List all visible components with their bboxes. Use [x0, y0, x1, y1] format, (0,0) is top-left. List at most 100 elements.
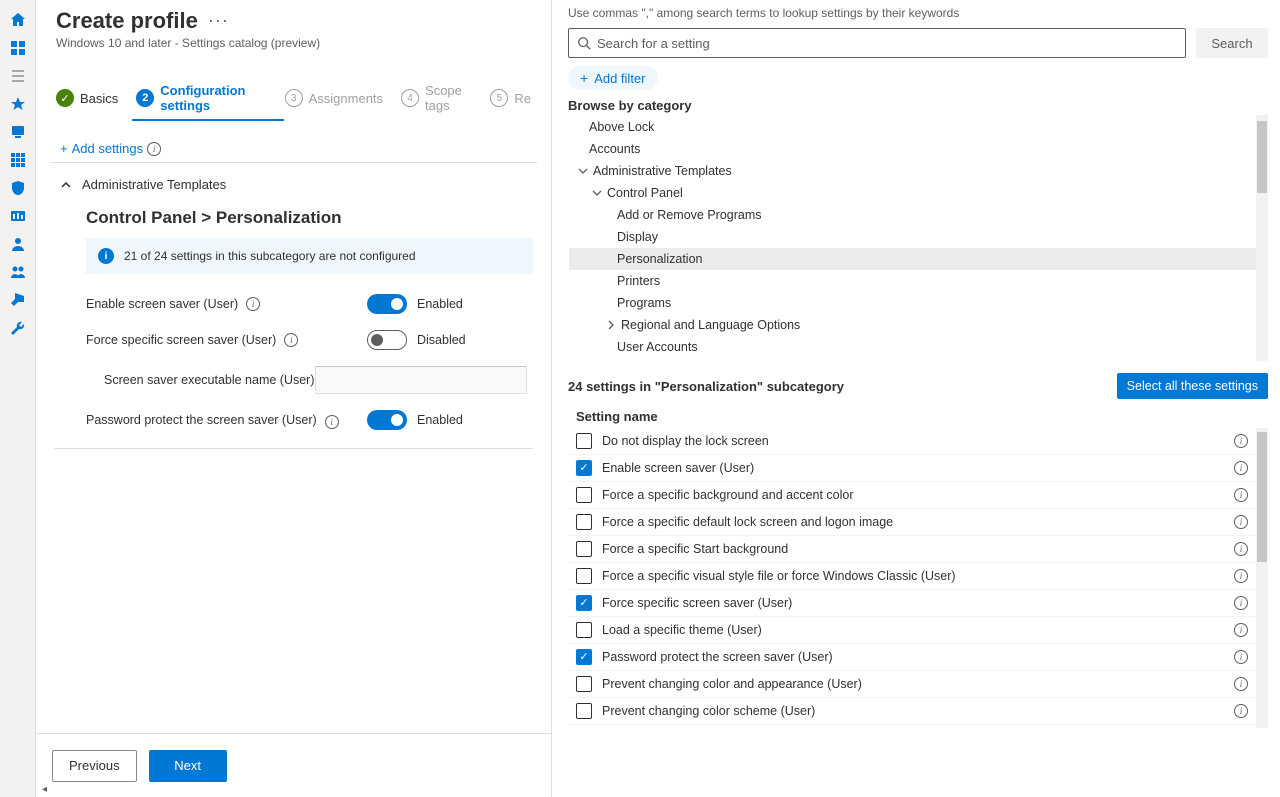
rail-reports-icon[interactable]	[0, 202, 36, 230]
rail-apps-icon[interactable]	[0, 146, 36, 174]
next-button[interactable]: Next	[149, 750, 227, 782]
tree-item[interactable]: Printers	[569, 270, 1256, 292]
caret-left-icon[interactable]: ◂	[42, 784, 47, 795]
rail-star-icon[interactable]	[0, 90, 36, 118]
rail-groups-icon[interactable]	[0, 258, 36, 286]
info-icon[interactable]: i	[1234, 434, 1248, 448]
checkbox[interactable]	[576, 676, 592, 692]
tree-item-admin-templates[interactable]: Administrative Templates	[569, 160, 1256, 182]
checkbox[interactable]	[576, 541, 592, 557]
rail-dashboard-icon[interactable]	[0, 34, 36, 62]
previous-button[interactable]: Previous	[52, 750, 137, 782]
rail-device-icon[interactable]	[0, 118, 36, 146]
tree-item[interactable]: Above Lock	[569, 116, 1256, 138]
wizard-step-review[interactable]: 5 Re	[490, 89, 531, 107]
toggle-password-protect[interactable]	[367, 410, 407, 430]
info-icon[interactable]: i	[1234, 488, 1248, 502]
info-icon[interactable]: i	[1234, 704, 1248, 718]
list-item-label: Force a specific default lock screen and…	[602, 515, 1224, 529]
checkmark-icon: ✓	[56, 89, 74, 107]
rail-list-icon[interactable]	[0, 62, 36, 90]
card-header[interactable]: Administrative Templates	[54, 177, 533, 202]
select-all-button[interactable]: Select all these settings	[1117, 373, 1268, 399]
list-item-label: Do not display the lock screen	[602, 434, 1224, 448]
info-icon[interactable]: i	[325, 415, 339, 429]
tree-item-personalization[interactable]: Personalization	[569, 248, 1256, 270]
info-icon[interactable]: i	[147, 142, 161, 156]
toggle-force-specific-screen-saver[interactable]	[367, 330, 407, 350]
rail-troubleshoot-icon[interactable]	[0, 314, 36, 342]
add-settings-link[interactable]: + Add settings i	[46, 131, 541, 162]
page-subtitle: Windows 10 and later - Settings catalog …	[56, 36, 531, 50]
info-icon[interactable]: i	[284, 333, 298, 347]
column-header-setting-name: Setting name	[576, 409, 1268, 424]
tree-item[interactable]: Add or Remove Programs	[569, 204, 1256, 226]
info-icon[interactable]: i	[1234, 650, 1248, 664]
wizard-step-basics[interactable]: ✓ Basics	[56, 89, 118, 107]
list-item[interactable]: Password protect the screen saver (User)…	[568, 644, 1256, 671]
rail-home-icon[interactable]	[0, 6, 36, 34]
more-menu-icon[interactable]: ···	[208, 18, 229, 23]
tree-item-control-panel[interactable]: Control Panel	[569, 182, 1256, 204]
info-icon[interactable]: i	[1234, 596, 1248, 610]
list-item[interactable]: Do not display the lock screen i	[568, 428, 1256, 455]
settings-picker-pane: Use commas "," among search terms to loo…	[552, 0, 1280, 797]
tree-item-regional[interactable]: Regional and Language Options	[569, 314, 1256, 336]
tree-item[interactable]: User Accounts	[569, 336, 1256, 358]
list-item-label: Prevent changing color scheme (User)	[602, 704, 1224, 718]
chevron-up-icon	[60, 179, 72, 191]
checkbox[interactable]	[576, 622, 592, 638]
info-icon[interactable]: i	[1234, 569, 1248, 583]
checkbox[interactable]	[576, 514, 592, 530]
screen-saver-exe-input[interactable]	[315, 366, 528, 394]
wizard-steps: ✓ Basics 2 Configuration settings 3 Assi…	[46, 68, 541, 113]
tree-item[interactable]: Accounts	[569, 138, 1256, 160]
checkbox[interactable]	[576, 649, 592, 665]
list-item[interactable]: Force specific screen saver (User)i	[568, 590, 1256, 617]
step-number-icon: 2	[136, 89, 154, 107]
list-item[interactable]: Force a specific default lock screen and…	[568, 509, 1256, 536]
info-icon: i	[98, 248, 114, 264]
wizard-step-configuration[interactable]: 2 Configuration settings	[136, 83, 266, 113]
checkbox[interactable]	[576, 487, 592, 503]
checkbox[interactable]	[576, 460, 592, 476]
scrollbar[interactable]	[1256, 115, 1268, 361]
plus-icon: +	[580, 70, 588, 86]
list-item[interactable]: Force a specific Start backgroundi	[568, 536, 1256, 563]
tree-item[interactable]: Programs	[569, 292, 1256, 314]
info-icon[interactable]: i	[1234, 461, 1248, 475]
info-icon[interactable]: i	[1234, 623, 1248, 637]
list-item[interactable]: Force a specific visual style file or fo…	[568, 563, 1256, 590]
checkbox[interactable]	[576, 568, 592, 584]
list-item[interactable]: Enable screen saver (User)i	[568, 455, 1256, 482]
list-item[interactable]: Load a specific theme (User)i	[568, 617, 1256, 644]
list-item-label: Password protect the screen saver (User)	[602, 650, 1224, 664]
chevron-right-icon	[605, 319, 617, 331]
rail-users-icon[interactable]	[0, 230, 36, 258]
search-input[interactable]	[597, 36, 1177, 51]
checkbox[interactable]	[576, 703, 592, 719]
tree-item[interactable]: Display	[569, 226, 1256, 248]
create-profile-pane: Create profile ··· Windows 10 and later …	[36, 0, 552, 797]
info-icon[interactable]: i	[246, 297, 260, 311]
list-item[interactable]: Prevent changing color scheme (User) i	[568, 698, 1256, 725]
add-filter-button[interactable]: + Add filter	[568, 66, 658, 90]
scrollbar[interactable]	[1256, 428, 1268, 728]
wizard-step-scope-tags[interactable]: 4 Scope tags	[401, 83, 472, 113]
checkbox[interactable]	[576, 433, 592, 449]
info-icon[interactable]: i	[1234, 515, 1248, 529]
info-icon[interactable]: i	[1234, 542, 1248, 556]
list-item[interactable]: Force a specific background and accent c…	[568, 482, 1256, 509]
toggle-enable-screen-saver[interactable]	[367, 294, 407, 314]
checkbox[interactable]	[576, 595, 592, 611]
wizard-step-assignments[interactable]: 3 Assignments	[285, 89, 383, 107]
category-tree: Above Lock Accounts Administrative Templ…	[568, 115, 1268, 359]
search-button[interactable]: Search	[1196, 28, 1268, 58]
step-number-icon: 3	[285, 89, 303, 107]
info-icon[interactable]: i	[1234, 677, 1248, 691]
rail-tenant-icon[interactable]	[0, 286, 36, 314]
list-item[interactable]: Prevent changing color and appearance (U…	[568, 671, 1256, 698]
search-box[interactable]	[568, 28, 1186, 58]
list-item-label: Force a specific visual style file or fo…	[602, 569, 1224, 583]
rail-security-icon[interactable]	[0, 174, 36, 202]
